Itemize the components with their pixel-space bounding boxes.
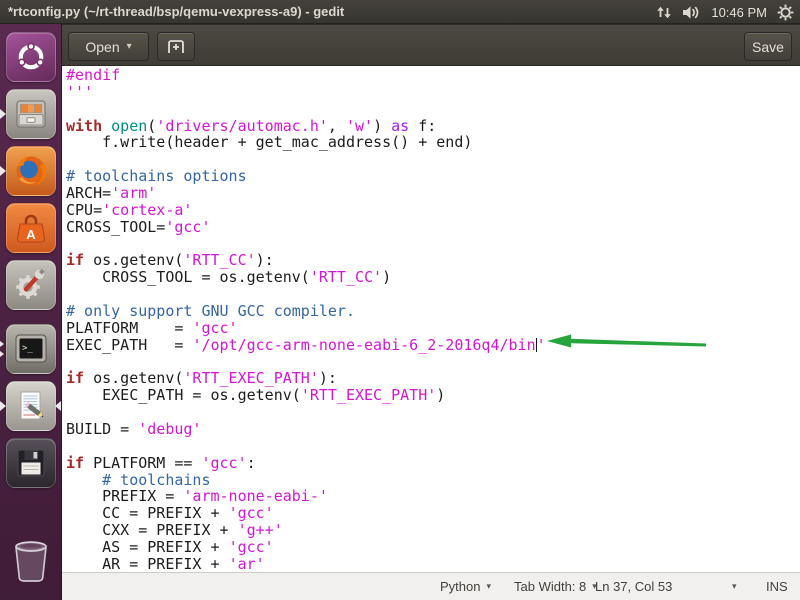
code-line: # only support GNU GCC compiler. (66, 303, 546, 320)
panel-indicators: 10:46 PM (656, 0, 794, 24)
gear-wrench-icon (13, 267, 49, 303)
floppy-disk-icon (13, 445, 49, 481)
code-line: if os.getenv('RTT_CC'): (66, 252, 546, 269)
code-line: PREFIX = 'arm-none-eabi-' (66, 488, 546, 505)
tab-width-selector[interactable]: Tab Width: 8 ▾ (514, 573, 597, 600)
new-tab-icon (167, 39, 185, 55)
top-panel: *rtconfig.py (~/rt-thread/bsp/qemu-vexpr… (0, 0, 800, 24)
launcher-item-gedit[interactable] (6, 381, 56, 431)
code-line: AR = PREFIX + 'ar' (66, 556, 546, 572)
launcher-item-software-center[interactable]: A (6, 203, 56, 253)
insert-mode-indicator[interactable]: INS (766, 573, 788, 600)
launcher-item-dash-home[interactable] (6, 32, 56, 82)
code-line (66, 438, 546, 455)
text-editor-icon (13, 388, 49, 424)
code-area: #endif''' with open('drivers/automac.h',… (62, 66, 546, 572)
network-transfer-icon[interactable] (656, 5, 672, 20)
language-selector[interactable]: Python ▾ (440, 573, 491, 600)
code-line: if os.getenv('RTT_EXEC_PATH'): (66, 370, 546, 387)
code-line (66, 151, 546, 168)
launcher-item-system-settings[interactable] (6, 260, 56, 310)
code-line (66, 354, 546, 371)
code-line: CPU='cortex-a' (66, 202, 546, 219)
code-line: # toolchains options (66, 168, 546, 185)
new-document-button[interactable] (157, 32, 195, 61)
tab-width-label: Tab Width: 8 (514, 579, 586, 594)
shopping-bag-icon: A (13, 210, 49, 246)
focused-marker-gedit (55, 401, 61, 411)
file-cabinet-icon (13, 96, 49, 132)
unity-launcher: A (0, 24, 62, 600)
code-line: ''' (66, 84, 546, 101)
code-line: if PLATFORM == 'gcc': (66, 455, 546, 472)
trash-icon (11, 538, 51, 584)
save-button[interactable]: Save (744, 32, 792, 61)
code-line: ARCH='arm' (66, 185, 546, 202)
code-line: AS = PREFIX + 'gcc' (66, 539, 546, 556)
cursor-position: Ln 37, Col 53 (595, 573, 672, 600)
gedit-toolbar: Open ▾ Save (62, 24, 800, 66)
clock[interactable]: 10:46 PM (711, 5, 767, 20)
firefox-icon (13, 153, 49, 189)
volume-icon[interactable] (682, 5, 701, 20)
code-line: BUILD = 'debug' (66, 421, 546, 438)
code-line (66, 404, 546, 421)
code-line: #endif (66, 67, 546, 84)
launcher-item-floppy-disk[interactable] (6, 438, 56, 488)
open-button[interactable]: Open ▾ (68, 32, 149, 61)
chevron-down-icon: ▾ (127, 41, 132, 52)
status-bar: Python ▾ Tab Width: 8 ▾ Ln 37, Col 53 ▾ … (62, 572, 800, 600)
gedit-window: Open ▾ Save #endif''' with open('drivers… (62, 24, 800, 600)
code-line (66, 236, 546, 253)
launcher-item-firefox[interactable] (6, 146, 56, 196)
ubuntu-logo-icon (13, 39, 49, 75)
terminal-icon: >_ (13, 331, 49, 367)
code-line: EXEC_PATH = '/opt/gcc-arm-none-eabi-6_2-… (66, 337, 546, 354)
running-marker-files (0, 109, 6, 119)
window-title: *rtconfig.py (~/rt-thread/bsp/qemu-vexpr… (8, 0, 344, 24)
annotation-arrow (544, 332, 714, 352)
code-line: # toolchains (66, 472, 546, 489)
launcher-item-trash[interactable] (6, 536, 56, 586)
code-line (66, 101, 546, 118)
code-line: CXX = PREFIX + 'g++' (66, 522, 546, 539)
launcher-item-terminal[interactable]: >_ (6, 324, 56, 374)
session-gear-icon[interactable] (777, 4, 794, 21)
chevron-down-icon: ▾ (732, 581, 737, 592)
code-line: f.write(header + get_mac_address() + end… (66, 134, 546, 151)
code-line: CC = PREFIX + 'gcc' (66, 505, 546, 522)
text-editor[interactable]: #endif''' with open('drivers/automac.h',… (62, 66, 800, 572)
ubuntu-desktop: *rtconfig.py (~/rt-thread/bsp/qemu-vexpr… (0, 0, 800, 600)
code-line: EXEC_PATH = os.getenv('RTT_EXEC_PATH') (66, 387, 546, 404)
running-marker-terminal-1 (0, 341, 4, 347)
open-button-label: Open (85, 39, 119, 55)
svg-text:>_: >_ (22, 344, 33, 354)
code-line: CROSS_TOOL = os.getenv('RTT_CC') (66, 269, 546, 286)
running-marker-gedit (0, 401, 6, 411)
launcher-item-files[interactable] (6, 89, 56, 139)
running-marker-terminal-2 (0, 351, 4, 357)
code-line: CROSS_TOOL='gcc' (66, 219, 546, 236)
chevron-down-icon: ▾ (486, 581, 491, 592)
language-label: Python (440, 579, 480, 594)
code-line (66, 286, 546, 303)
running-marker-firefox (0, 166, 6, 176)
svg-text:A: A (26, 227, 36, 242)
code-line: with open('drivers/automac.h', 'w') as f… (66, 118, 546, 135)
code-line: PLATFORM = 'gcc' (66, 320, 546, 337)
goto-line-dropdown[interactable]: ▾ (732, 573, 737, 600)
